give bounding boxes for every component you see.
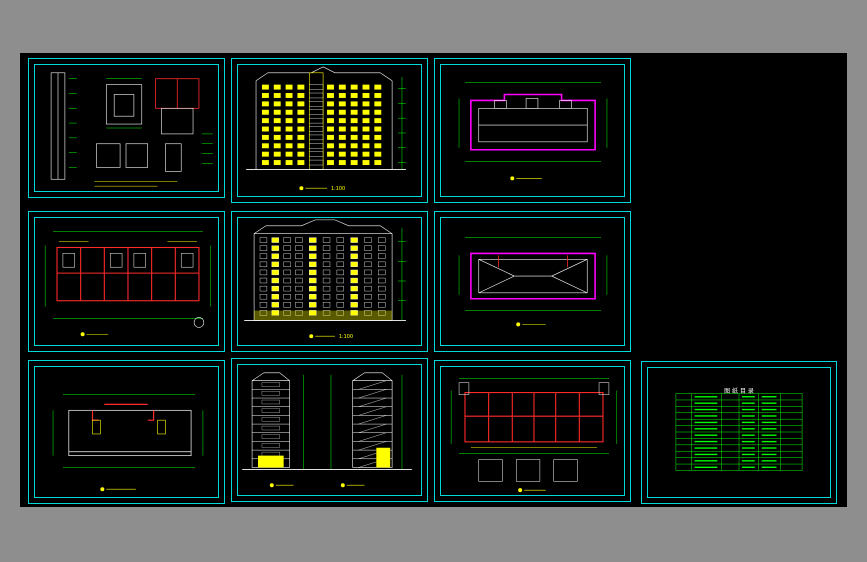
sheet-roof-framing-plan-drawing (458, 237, 608, 327)
front-elevation-windows (261, 72, 382, 170)
section-stair-flights (352, 380, 393, 468)
sheet-roof-framing-plan[interactable] (434, 211, 631, 352)
sheet-details-drawing (50, 72, 213, 187)
sheet-top-floor-plan-drawing (450, 378, 618, 493)
drawing-canvas[interactable]: 1:100 1:100 图 纸 目 录 (20, 53, 847, 507)
sheet-floor-plan-standard[interactable] (28, 211, 225, 352)
sheet-section[interactable] (231, 358, 428, 502)
section-floor-lines (252, 380, 290, 465)
rear-elevation-scale: 1:100 (339, 334, 353, 340)
sheet-details[interactable] (28, 58, 225, 198)
sheet-floor-plan-standard-drawing (44, 231, 212, 337)
schedule-table (675, 393, 803, 471)
sheet-ground-floor-plan[interactable] (28, 360, 225, 504)
sheet-ground-floor-plan-drawing (52, 394, 204, 492)
sheet-drawing-schedule[interactable]: 图 纸 目 录 (641, 361, 837, 504)
sheet-front-elevation[interactable]: 1:100 (231, 58, 428, 203)
sheet-top-floor-plan[interactable] (434, 360, 631, 502)
front-elevation-scale: 1:100 (331, 186, 345, 192)
sheet-roof-plan[interactable] (434, 58, 631, 203)
sheet-rear-elevation-drawing: 1:100 (244, 219, 406, 340)
sheet-section-drawing (242, 372, 412, 488)
sheet-roof-plan-drawing (458, 82, 608, 181)
rear-elevation-windows (254, 237, 393, 321)
sheet-front-elevation-drawing: 1:100 (246, 66, 406, 192)
sheet-rear-elevation[interactable]: 1:100 (231, 211, 428, 352)
